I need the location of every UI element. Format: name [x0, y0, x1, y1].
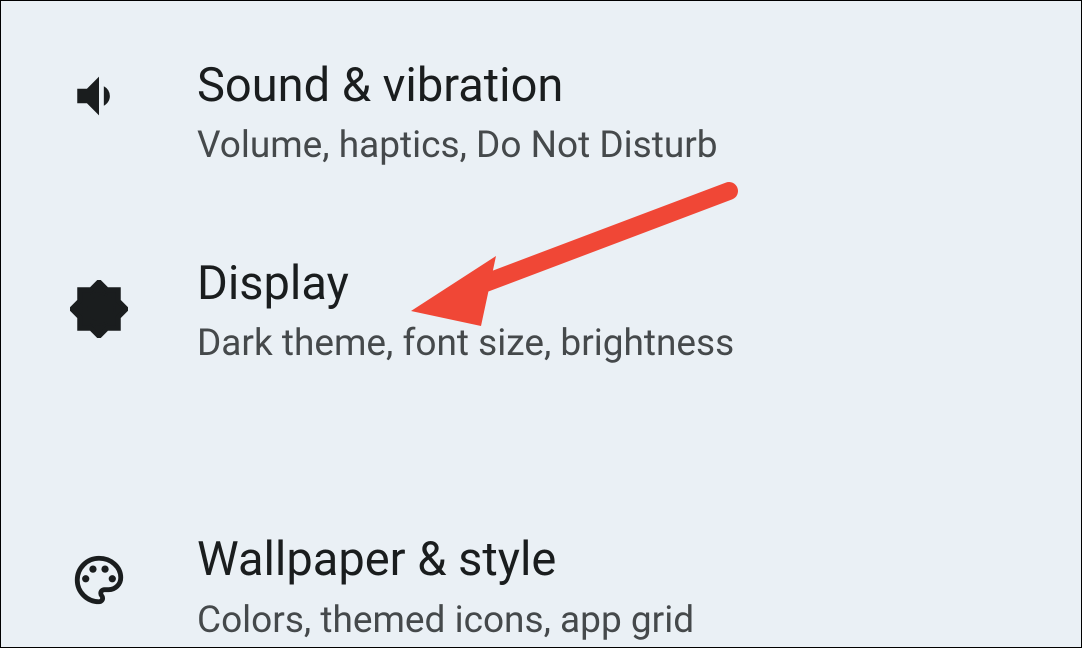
volume-up-icon: [70, 67, 128, 129]
icon-wrapper: [1, 551, 197, 643]
settings-item-sound-vibration[interactable]: Sound & vibration Volume, haptics, Do No…: [1, 1, 1081, 197]
palette-icon: [70, 551, 128, 613]
text-wrapper: Sound & vibration Volume, haptics, Do No…: [197, 58, 738, 169]
icon-wrapper: [1, 280, 197, 342]
icon-wrapper: [1, 29, 197, 129]
settings-item-subtitle: Volume, haptics, Do Not Disturb: [197, 124, 718, 168]
settings-item-display[interactable]: Display Dark theme, font size, brightnes…: [1, 197, 1081, 425]
settings-item-title: Display: [197, 256, 734, 312]
settings-item-wallpaper-style[interactable]: Wallpaper & style Colors, themed icons, …: [1, 425, 1081, 645]
settings-item-title: Sound & vibration: [197, 58, 718, 114]
settings-item-title: Wallpaper & style: [197, 532, 694, 588]
text-wrapper: Display Dark theme, font size, brightnes…: [197, 256, 754, 367]
settings-item-subtitle: Colors, themed icons, app grid: [197, 599, 694, 643]
settings-item-subtitle: Dark theme, font size, brightness: [197, 322, 734, 366]
text-wrapper: Wallpaper & style Colors, themed icons, …: [197, 532, 714, 643]
brightness-icon: [70, 280, 128, 342]
